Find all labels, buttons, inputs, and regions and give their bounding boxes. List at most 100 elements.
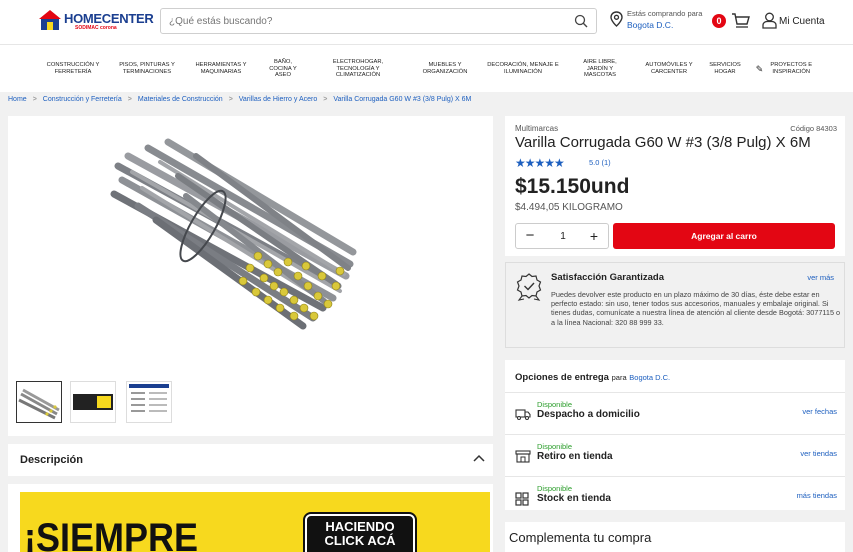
category-label: PISOS, PINTURAS Y TERMINACIONES bbox=[119, 62, 175, 75]
product-image-rebar-bundle[interactable] bbox=[108, 136, 358, 341]
top-header: HOMECENTER SODIMAC corona Estás comprand… bbox=[0, 0, 853, 44]
house-logo-icon bbox=[39, 10, 61, 30]
availability-status: Disponible bbox=[537, 484, 573, 493]
homecenter-logo[interactable]: HOMECENTER SODIMAC corona bbox=[38, 9, 154, 33]
category-label: DECORACIÓN, MENAJE E ILUMINACIÓN bbox=[487, 62, 559, 75]
delivery-option-label: Retiro en tienda bbox=[537, 451, 613, 462]
category-proyectos[interactable]: ✎ PROYECTOS E INSPIRACIÓN bbox=[750, 51, 822, 87]
rating-stars-icon[interactable]: ★★★★★ bbox=[515, 156, 565, 170]
more-stores-link[interactable]: más tiendas bbox=[797, 491, 837, 500]
breadcrumb-link[interactable]: Construcción y Ferretería bbox=[43, 96, 122, 103]
chevron-right-icon: > bbox=[228, 96, 233, 103]
thumbnail-spec-sheet-image bbox=[129, 384, 169, 412]
thumbnail-rebar-image bbox=[18, 388, 60, 420]
product-info-panel: Multimarcas Código 84303 Varilla Corruga… bbox=[505, 116, 845, 256]
product-title: Varilla Corrugada G60 W #3 (3/8 Pulg) X … bbox=[515, 134, 811, 151]
availability-status: Disponible bbox=[537, 442, 573, 451]
banner-headline: ¡SIEMPRE bbox=[24, 516, 199, 552]
store-pickup-icon bbox=[515, 450, 531, 463]
category-label: SERVICIOS HOGAR bbox=[709, 62, 741, 75]
rating-text[interactable]: 5.0 (1) bbox=[589, 158, 611, 167]
delivery-city-link[interactable]: Bogota D.C. bbox=[629, 373, 670, 382]
thumbnail-1[interactable] bbox=[16, 381, 62, 423]
category-servicios[interactable]: SERVICIOS HOGAR bbox=[700, 51, 750, 87]
category-label: AUTOMÓVILES Y CARCENTER bbox=[645, 62, 693, 75]
promo-banner-image: ¡SIEMPRE HACIENDO CLICK ACÁ bbox=[20, 492, 490, 552]
location-city[interactable]: Bogota D.C. bbox=[627, 20, 673, 30]
location-selector[interactable]: Estás comprando para Bogota D.C. bbox=[610, 8, 710, 36]
thumbnail-2[interactable] bbox=[70, 381, 116, 423]
cart-button[interactable]: 0 bbox=[712, 11, 752, 33]
category-muebles[interactable]: MUEBLES Y ORGANIZACIÓN bbox=[412, 51, 478, 87]
delivery-heading-para: para bbox=[611, 373, 627, 382]
user-icon bbox=[762, 12, 777, 29]
delivery-option-home[interactable]: Disponible Despacho a domicilio ver fech… bbox=[505, 392, 845, 432]
category-label: BAÑO, COCINA Y ASEO bbox=[269, 58, 297, 79]
truck-icon bbox=[515, 409, 531, 420]
decrease-quantity-button[interactable]: − bbox=[522, 228, 538, 244]
availability-status: Disponible bbox=[537, 400, 573, 409]
chevron-right-icon: > bbox=[32, 96, 37, 103]
breadcrumb-link[interactable]: Varillas de Hierro y Acero bbox=[239, 96, 317, 103]
category-label: MUEBLES Y ORGANIZACIÓN bbox=[422, 62, 468, 75]
category-automoviles[interactable]: AUTOMÓVILES Y CARCENTER bbox=[636, 51, 702, 87]
banner-click-button[interactable]: HACIENDO CLICK ACÁ bbox=[305, 514, 415, 552]
category-decoracion[interactable]: DECORACIÓN, MENAJE E ILUMINACIÓN bbox=[482, 51, 564, 87]
description-accordion[interactable]: Descripción bbox=[8, 444, 493, 476]
cart-count-badge: 0 bbox=[712, 14, 726, 28]
guarantee-text: Puedes devolver este producto en un plaz… bbox=[551, 290, 841, 327]
logo-text: HOMECENTER bbox=[64, 11, 154, 26]
chevron-up-icon[interactable] bbox=[473, 454, 485, 462]
breadcrumb: Home > Construcción y Ferretería > Materiale… bbox=[8, 96, 471, 108]
add-to-cart-button[interactable]: Agregar al carro bbox=[613, 223, 835, 249]
category-label: CONSTRUCCIÓN Y FERRETERÍA bbox=[46, 62, 100, 75]
search-icon[interactable] bbox=[574, 14, 588, 28]
complement-title: Complementa tu compra bbox=[509, 530, 652, 545]
description-banner: ¡SIEMPRE HACIENDO CLICK ACÁ bbox=[8, 484, 493, 552]
category-herramientas[interactable]: HERRAMIENTAS Y MAQUINARIAS bbox=[186, 51, 256, 87]
delivery-option-stock[interactable]: Disponible Stock en tienda más tiendas bbox=[505, 476, 845, 516]
product-price: $15.150und bbox=[515, 175, 630, 198]
category-pisos[interactable]: PISOS, PINTURAS Y TERMINACIONES bbox=[112, 51, 182, 87]
category-label: AIRE LIBRE, JARDÍN Y MASCOTAS bbox=[583, 58, 617, 79]
account-button[interactable]: Mi Cuenta bbox=[760, 11, 835, 33]
search-bar bbox=[160, 8, 597, 34]
delivery-heading-title: Opciones de entrega bbox=[515, 372, 609, 383]
delivery-options-panel: Opciones de entrega para Bogota D.C. Dis… bbox=[505, 360, 845, 510]
search-input[interactable] bbox=[169, 13, 559, 30]
delivery-option-label: Despacho a domicilio bbox=[537, 409, 640, 420]
category-bano[interactable]: BAÑO, COCINA Y ASEO bbox=[260, 51, 306, 87]
guarantee-see-more-link[interactable]: ver más bbox=[807, 273, 834, 282]
product-code: Código 84303 bbox=[790, 124, 837, 133]
cart-icon bbox=[732, 13, 750, 28]
breadcrumb-current[interactable]: Varilla Corrugada G60 W #3 (3/8 Pulg) X … bbox=[333, 96, 471, 103]
product-gallery bbox=[8, 116, 493, 436]
increase-quantity-button[interactable]: + bbox=[586, 228, 602, 244]
chevron-right-icon: > bbox=[323, 96, 328, 103]
thumbnail-3[interactable] bbox=[126, 381, 172, 423]
see-stores-link[interactable]: ver tiendas bbox=[800, 449, 837, 458]
see-dates-link[interactable]: ver fechas bbox=[802, 407, 837, 416]
guarantee-box: Satisfacción Garantizada ver más Puedes … bbox=[505, 262, 845, 348]
logo-subtext: SODIMAC corona bbox=[75, 25, 117, 31]
category-electrohogar[interactable]: ELECTROHOGAR, TECNOLOGÍA Y CLIMATIZACIÓN bbox=[316, 51, 400, 87]
location-label: Estás comprando para bbox=[627, 9, 703, 18]
complement-section: Complementa tu compra bbox=[505, 522, 845, 552]
unit-price: $4.494,05 KILOGRAMO bbox=[515, 202, 623, 213]
pencil-icon: ✎ bbox=[755, 63, 764, 74]
location-pin-icon bbox=[610, 11, 623, 27]
quantity-stepper: − 1 + bbox=[515, 223, 609, 249]
product-brand[interactable]: Multimarcas bbox=[515, 124, 558, 133]
category-construccion[interactable]: CONSTRUCCIÓN Y FERRETERÍA bbox=[38, 51, 108, 87]
account-label: Mi Cuenta bbox=[779, 16, 825, 27]
category-label: PROYECTOS E INSPIRACIÓN bbox=[770, 62, 813, 75]
thumbnail-label-image bbox=[73, 394, 113, 410]
category-aire-libre[interactable]: AIRE LIBRE, JARDÍN Y MASCOTAS bbox=[572, 51, 628, 87]
breadcrumb-link[interactable]: Home bbox=[8, 96, 27, 103]
quantity-value[interactable]: 1 bbox=[554, 231, 572, 242]
category-nav: CONSTRUCCIÓN Y FERRETERÍA PISOS, PINTURA… bbox=[0, 44, 853, 92]
breadcrumb-link[interactable]: Materiales de Construcción bbox=[138, 96, 223, 103]
category-label: ELECTROHOGAR, TECNOLOGÍA Y CLIMATIZACIÓN bbox=[332, 58, 384, 79]
delivery-option-pickup[interactable]: Disponible Retiro en tienda ver tiendas bbox=[505, 434, 845, 474]
delivery-heading: Opciones de entrega para Bogota D.C. bbox=[515, 372, 670, 383]
